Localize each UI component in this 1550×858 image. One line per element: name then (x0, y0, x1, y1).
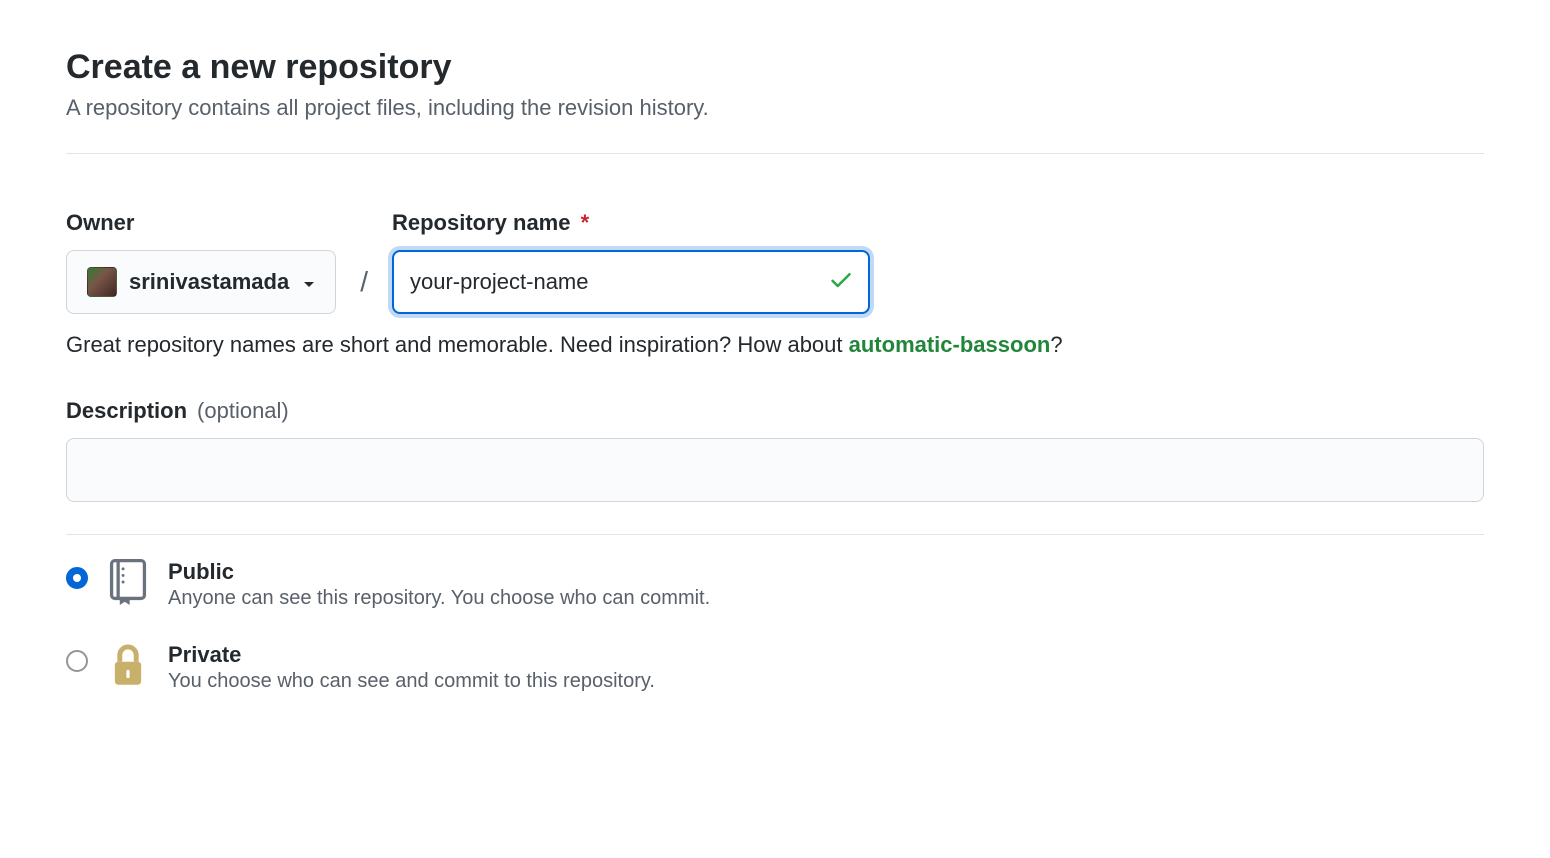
caret-down-icon (303, 269, 315, 295)
hint-prefix: Great repository names are short and mem… (66, 332, 849, 357)
visibility-private-desc: You choose who can see and commit to thi… (168, 670, 655, 693)
visibility-private-title: Private (168, 642, 655, 668)
description-optional-label: (optional) (197, 398, 289, 424)
visibility-public-option[interactable]: Public Anyone can see this repository. Y… (66, 559, 1484, 610)
required-marker: * (581, 210, 590, 235)
lock-icon (108, 642, 148, 693)
check-icon (828, 267, 854, 298)
radio-public[interactable] (66, 567, 88, 589)
path-separator: / (360, 266, 368, 314)
repo-name-field: Repository name * (392, 210, 870, 314)
repo-icon (108, 559, 148, 610)
description-label-row: Description (optional) (66, 398, 1484, 424)
description-label: Description (66, 398, 187, 424)
visibility-public-desc: Anyone can see this repository. You choo… (168, 587, 710, 610)
hint-suffix: ? (1050, 332, 1062, 357)
repo-name-hint: Great repository names are short and mem… (66, 332, 1484, 358)
owner-label: Owner (66, 210, 336, 236)
divider (66, 153, 1484, 154)
suggestion-link[interactable]: automatic-bassoon (849, 332, 1051, 357)
visibility-private-option[interactable]: Private You choose who can see and commi… (66, 642, 1484, 693)
repo-name-label: Repository name * (392, 210, 870, 236)
owner-repo-row: Owner srinivastamada / Repository name * (66, 210, 1484, 314)
owner-field: Owner srinivastamada (66, 210, 336, 314)
owner-select[interactable]: srinivastamada (66, 250, 336, 314)
repo-name-input[interactable] (392, 250, 870, 314)
page-title: Create a new repository (66, 48, 1484, 87)
owner-username: srinivastamada (129, 269, 289, 295)
visibility-public-title: Public (168, 559, 710, 585)
description-input[interactable] (66, 438, 1484, 502)
radio-private[interactable] (66, 650, 88, 672)
divider (66, 534, 1484, 535)
avatar (87, 267, 117, 297)
page-subtitle: A repository contains all project files,… (66, 95, 1484, 121)
repo-name-label-text: Repository name (392, 210, 571, 235)
